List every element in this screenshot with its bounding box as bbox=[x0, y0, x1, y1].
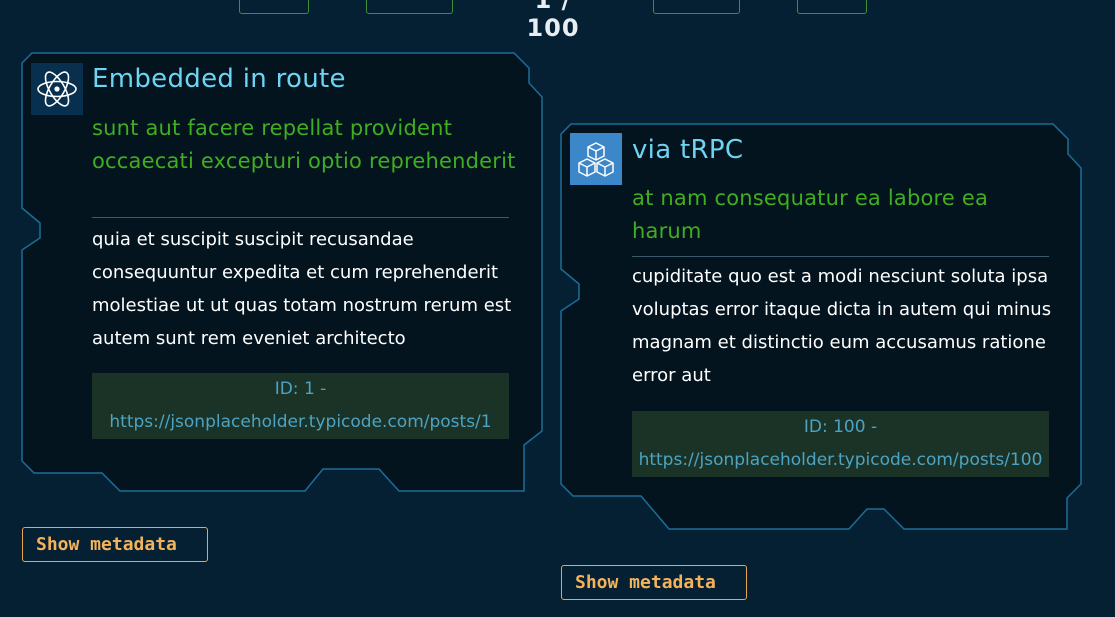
post-card-1: Embedded in route sunt aut facere repell… bbox=[21, 52, 544, 493]
card-subtitle: at nam consequatur ea labore ea harum bbox=[632, 186, 989, 243]
divider bbox=[632, 256, 1049, 257]
post-id-box: ID: 100 - https://jsonplaceholder.typico… bbox=[632, 411, 1049, 477]
post-url-link[interactable]: https://jsonplaceholder.typicode.com/pos… bbox=[92, 406, 509, 439]
show-metadata-button[interactable]: Show metadata bbox=[561, 565, 747, 600]
card-body: quia et suscipit suscipit recusandae con… bbox=[92, 229, 512, 349]
post-id: ID: 100 - bbox=[803, 417, 878, 437]
card-title: via tRPC bbox=[632, 135, 744, 165]
previous-page-button[interactable] bbox=[366, 0, 453, 14]
post-id-box: ID: 1 - https://jsonplaceholder.typicode… bbox=[92, 373, 509, 439]
card-subtitle: sunt aut facere repellat provident occae… bbox=[92, 116, 516, 173]
post-id: ID: 1 - bbox=[274, 379, 327, 399]
first-page-button[interactable] bbox=[239, 0, 309, 14]
cubes-icon bbox=[570, 133, 622, 185]
divider bbox=[92, 217, 509, 218]
atom-icon bbox=[31, 63, 83, 115]
pagination-status: 1 / 100 bbox=[526, 0, 580, 42]
card-body: cupiditate quo est a modi nesciunt solut… bbox=[632, 266, 1052, 386]
post-url-link[interactable]: https://jsonplaceholder.typicode.com/pos… bbox=[632, 444, 1049, 477]
post-card-2: via tRPC at nam consequatur ea labore ea… bbox=[560, 123, 1083, 531]
show-metadata-button[interactable]: Show metadata bbox=[22, 527, 208, 562]
card-title: Embedded in route bbox=[92, 64, 346, 94]
next-page-button[interactable] bbox=[653, 0, 740, 14]
last-page-button[interactable] bbox=[797, 0, 867, 14]
